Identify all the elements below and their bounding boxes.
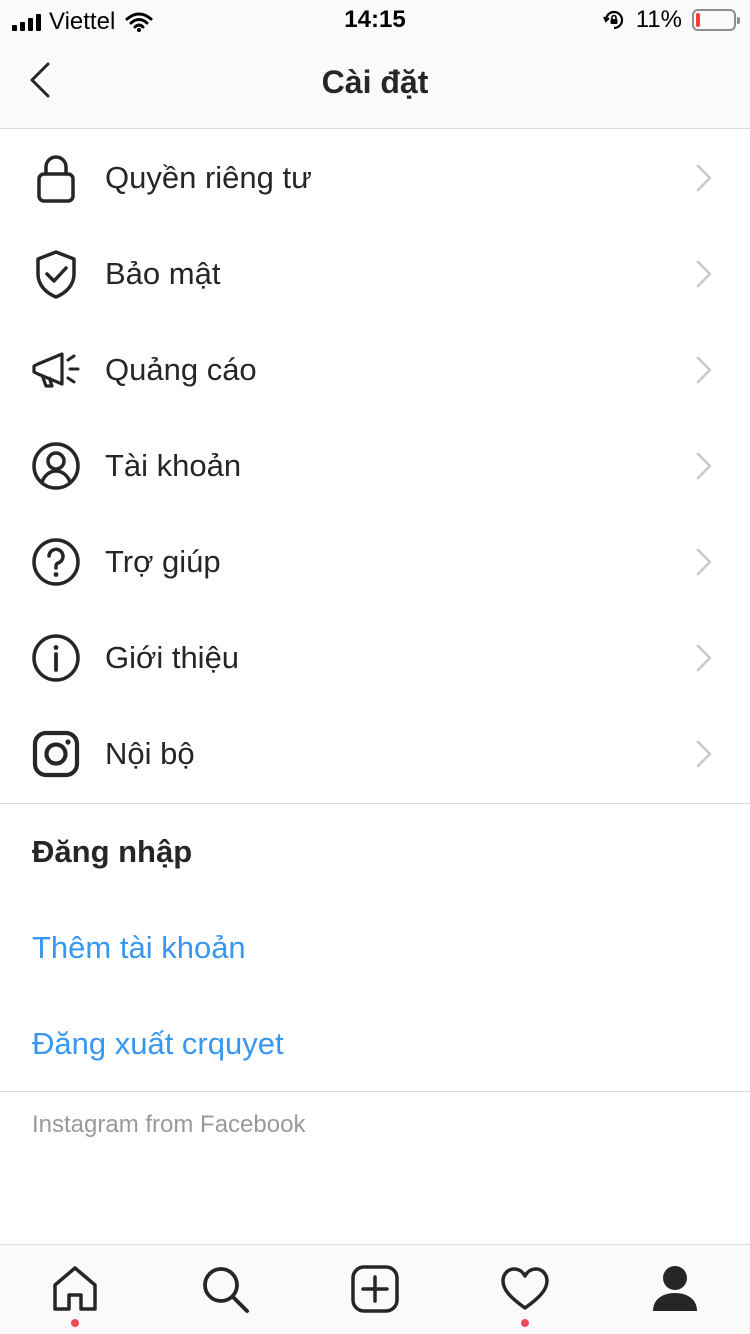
menu-item-label: Giới thiệu <box>105 640 240 675</box>
menu-item-label: Quyền riêng tư <box>105 160 312 195</box>
tab-bar <box>0 1244 750 1334</box>
add-post-icon <box>351 1265 399 1313</box>
menu-item-privacy[interactable]: Quyền riêng tư <box>0 130 750 226</box>
menu-item-internal[interactable]: Nội bộ <box>0 706 750 802</box>
chevron-right-icon <box>696 356 712 384</box>
tab-profile[interactable] <box>647 1261 703 1317</box>
notification-dot <box>71 1319 79 1327</box>
tab-activity[interactable] <box>497 1261 553 1327</box>
megaphone-icon <box>30 344 82 396</box>
chevron-right-icon <box>696 740 712 768</box>
section-divider <box>0 803 750 804</box>
chevron-right-icon <box>696 644 712 672</box>
menu-item-ads[interactable]: Quảng cáo <box>0 322 750 418</box>
logout-link[interactable]: Đăng xuất crquyet <box>32 1026 284 1062</box>
menu-item-label: Nội bộ <box>105 736 195 771</box>
footer-text: Instagram from Facebook <box>32 1111 306 1138</box>
nav-bar: Cài đặt <box>0 40 750 129</box>
tab-search[interactable] <box>197 1261 253 1317</box>
chevron-right-icon <box>696 164 712 192</box>
help-circle-icon <box>30 536 82 588</box>
menu-item-account[interactable]: Tài khoản <box>0 418 750 514</box>
tab-add-post[interactable] <box>347 1261 403 1317</box>
rotation-lock-icon <box>602 10 623 30</box>
chevron-right-icon <box>696 452 712 480</box>
shield-check-icon <box>30 248 82 300</box>
menu-item-help[interactable]: Trợ giúp <box>0 514 750 610</box>
profile-icon <box>653 1266 697 1311</box>
battery-icon <box>692 9 740 31</box>
notification-dot <box>521 1319 529 1327</box>
chevron-right-icon <box>696 548 712 576</box>
info-circle-icon <box>30 632 82 684</box>
footer-divider <box>0 1091 750 1092</box>
menu-item-label: Trợ giúp <box>105 544 221 579</box>
lock-icon <box>30 152 82 204</box>
user-circle-icon <box>30 440 82 492</box>
menu-item-label: Quảng cáo <box>105 352 257 387</box>
menu-item-label: Bảo mật <box>105 256 221 291</box>
page-title: Cài đặt <box>321 64 429 100</box>
search-icon <box>203 1267 249 1313</box>
menu-item-label: Tài khoản <box>105 448 242 483</box>
status-bar: Viettel 14:15 11% <box>0 0 750 40</box>
login-section-heading: Đăng nhập <box>32 834 193 869</box>
battery-percent: 11% <box>635 6 682 33</box>
battery-fill <box>696 13 700 27</box>
tab-home[interactable] <box>47 1261 103 1327</box>
menu-item-security[interactable]: Bảo mật <box>0 226 750 322</box>
settings-menu: Quyền riêng tư Bảo mật Quảng cáo Tài kho… <box>0 130 750 802</box>
chevron-right-icon <box>696 260 712 288</box>
home-icon <box>53 1266 97 1311</box>
menu-item-about[interactable]: Giới thiệu <box>0 610 750 706</box>
activity-heart-icon <box>501 1267 549 1310</box>
status-right: 11% <box>602 6 740 34</box>
add-account-link[interactable]: Thêm tài khoản <box>32 930 246 966</box>
instagram-icon <box>30 728 82 780</box>
